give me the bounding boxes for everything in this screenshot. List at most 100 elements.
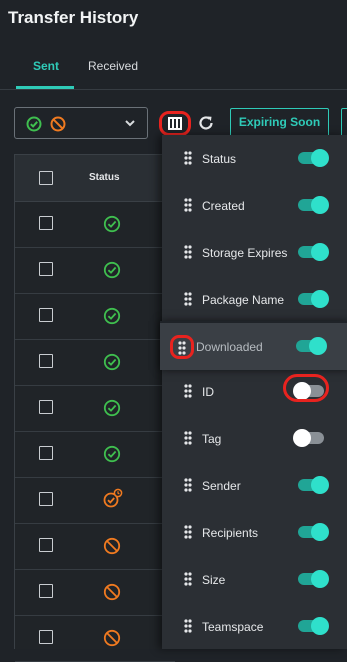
check-circle-icon	[103, 215, 121, 233]
table-row[interactable]	[15, 385, 175, 432]
column-toggle[interactable]	[298, 243, 329, 261]
table-row[interactable]	[15, 615, 175, 662]
table-row[interactable]	[15, 431, 175, 478]
check-circle-icon	[103, 261, 121, 279]
row-checkbox[interactable]	[39, 216, 53, 230]
transfers-table: Status	[14, 154, 175, 662]
row-checkbox[interactable]	[39, 538, 53, 552]
row-checkbox[interactable]	[39, 630, 53, 644]
table-header: Status	[15, 155, 175, 202]
table-row[interactable]	[15, 477, 175, 524]
column-toggle[interactable]	[298, 290, 329, 308]
ban-icon	[103, 537, 121, 555]
select-all-checkbox[interactable]	[39, 171, 53, 185]
row-checkbox[interactable]	[39, 400, 53, 414]
column-toggle[interactable]	[298, 476, 329, 494]
toggle-knob	[311, 523, 329, 541]
column-option-status[interactable]: Status	[162, 135, 347, 182]
column-toggle[interactable]	[298, 149, 329, 167]
column-option-label: Downloaded	[196, 340, 263, 354]
row-checkbox[interactable]	[39, 492, 53, 506]
tab-received[interactable]: Received	[88, 59, 138, 73]
drag-handle-icon	[178, 341, 186, 355]
column-option-label: Teamspace	[202, 620, 264, 634]
drag-handle[interactable]	[184, 245, 192, 264]
column-toggle[interactable]	[298, 196, 329, 214]
check-circle-icon	[103, 399, 121, 417]
drag-handle[interactable]	[184, 572, 192, 591]
table-row[interactable]	[15, 569, 175, 616]
toggle-knob	[309, 337, 327, 355]
column-toggle[interactable]	[298, 617, 329, 635]
column-option-created[interactable]: Created	[162, 182, 347, 229]
column-toggle[interactable]	[298, 570, 329, 588]
drag-handle[interactable]	[184, 478, 192, 497]
toggle-knob	[311, 476, 329, 494]
table-row[interactable]	[15, 293, 175, 340]
column-option-size[interactable]: Size	[162, 556, 347, 603]
more-filter-button[interactable]	[341, 108, 347, 137]
column-option-label: Sender	[202, 479, 241, 493]
check-circle-icon	[103, 307, 121, 325]
refresh-icon[interactable]	[197, 114, 215, 132]
row-checkbox[interactable]	[39, 354, 53, 368]
row-checkbox[interactable]	[39, 308, 53, 322]
drag-handle[interactable]	[184, 619, 192, 638]
check-clock-icon	[103, 488, 123, 508]
drag-handle[interactable]	[184, 525, 192, 544]
ban-icon	[103, 583, 121, 601]
toggle-highlight	[283, 374, 329, 402]
ban-icon	[103, 629, 121, 647]
column-option-tag[interactable]: Tag	[162, 415, 347, 462]
drag-handle[interactable]	[184, 431, 192, 450]
column-option-id[interactable]: ID	[162, 368, 347, 415]
status-filter-select[interactable]	[14, 107, 148, 139]
check-circle-icon	[26, 116, 42, 132]
table-row[interactable]	[15, 201, 175, 248]
toggle-knob	[311, 243, 329, 261]
drag-handle[interactable]	[184, 384, 192, 403]
column-toggle[interactable]	[298, 523, 329, 541]
drag-handle[interactable]	[184, 198, 192, 217]
column-option-recipients[interactable]: Recipients	[162, 509, 347, 556]
drag-handle-icon	[184, 525, 192, 539]
column-option-label: Storage Expires	[202, 246, 288, 260]
tab-sent[interactable]: Sent	[33, 59, 59, 73]
row-checkbox[interactable]	[39, 262, 53, 276]
expiring-soon-button[interactable]: Expiring Soon	[230, 108, 329, 137]
drag-handle-highlight[interactable]	[170, 335, 194, 359]
drag-handle-icon	[184, 151, 192, 165]
column-option-label: Size	[202, 573, 226, 587]
app-header: Transfer History	[0, 0, 347, 46]
table-row[interactable]	[15, 247, 175, 294]
drag-handle-icon	[184, 431, 192, 445]
table-row[interactable]	[15, 523, 175, 570]
page-title: Transfer History	[8, 8, 139, 27]
column-option-label: Tag	[202, 432, 222, 446]
check-circle-icon	[103, 353, 121, 371]
drag-handle[interactable]	[184, 151, 192, 170]
row-checkbox[interactable]	[39, 446, 53, 460]
row-checkbox[interactable]	[39, 584, 53, 598]
toggle-knob	[311, 196, 329, 214]
columns-button[interactable]	[159, 111, 191, 136]
column-visibility-menu: Status Created Storage Expires Package Name…	[160, 135, 347, 650]
active-tab-indicator	[16, 86, 74, 89]
column-option-downloaded[interactable]: Downloaded	[160, 321, 347, 370]
column-option-teamspace[interactable]: Teamspace	[162, 603, 347, 650]
drag-handle[interactable]	[184, 292, 192, 311]
column-toggle[interactable]	[296, 337, 327, 355]
column-option-package-name[interactable]: Package Name	[162, 276, 347, 323]
column-option-sender[interactable]: Sender	[162, 462, 347, 509]
column-option-storage-expires[interactable]: Storage Expires	[162, 229, 347, 276]
tab-bar: Sent Received	[0, 46, 347, 90]
ban-icon	[50, 116, 66, 132]
drag-handle-icon	[184, 384, 192, 398]
drag-handle-icon	[184, 572, 192, 586]
table-row[interactable]	[15, 339, 175, 386]
status-column-header[interactable]: Status	[89, 172, 120, 183]
column-toggle[interactable]	[293, 429, 324, 447]
columns-icon	[168, 117, 182, 130]
toggle-knob	[311, 149, 329, 167]
toggle-knob	[311, 290, 329, 308]
